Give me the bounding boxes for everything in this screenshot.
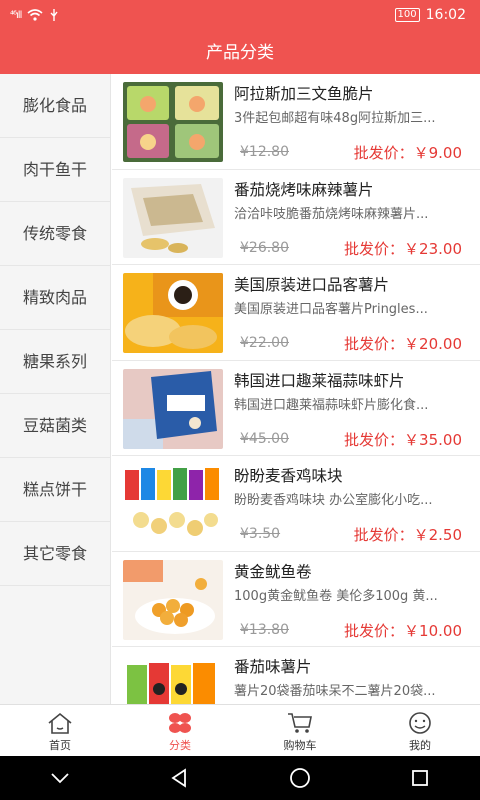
product-item[interactable]: 番茄味薯片 薯片20袋番茄味呆不二薯片20袋...	[112, 647, 480, 704]
category-icon	[169, 713, 191, 733]
back-icon[interactable]	[169, 768, 189, 788]
tab-label: 购物车	[283, 739, 317, 752]
tab-label: 首页	[49, 739, 71, 752]
original-price: ¥3.50	[240, 526, 281, 542]
sidebar-item-label: 膨化食品	[22, 96, 87, 115]
original-price: ¥22.00	[240, 335, 289, 351]
sidebar-item-label: 其它零食	[22, 544, 87, 563]
product-desc: 韩国进口趣莱福蒜味虾片膨化食...	[234, 397, 429, 413]
product-title: 黄金鱿鱼卷	[234, 562, 312, 581]
system-nav-bar	[0, 756, 480, 800]
status-bar: ⁴⁶ıll 100 16:02	[0, 0, 480, 32]
title-bar: 产品分类	[0, 32, 480, 74]
sidebar-item-label: 精致肉品	[22, 288, 87, 307]
recents-icon[interactable]	[410, 768, 430, 788]
product-title: 盼盼麦香鸡味块	[234, 467, 343, 485]
usb-icon	[50, 9, 58, 21]
original-price: ¥13.80	[240, 621, 289, 638]
product-item[interactable]: 盼盼麦香鸡味块 盼盼麦香鸡味块 办公室膨化小吃... ¥3.50 批发价：￥2.…	[112, 456, 480, 552]
smile-icon	[409, 712, 431, 734]
tab-cart[interactable]: 购物车	[240, 705, 360, 756]
tab-label: 我的	[409, 739, 431, 752]
wholesale-price: 批发价：￥2.50	[353, 526, 462, 544]
sidebar-item-meat[interactable]: 精致肉品	[0, 266, 110, 330]
wholesale-price: 批发价：￥20.00	[344, 335, 462, 353]
status-left: ⁴⁶ıll	[10, 8, 59, 22]
product-title: 阿拉斯加三文鱼脆片	[234, 85, 374, 103]
tab-mine[interactable]: 我的	[360, 705, 480, 756]
sidebar-item-label: 糕点饼干	[22, 480, 87, 499]
tab-home[interactable]: 首页	[0, 705, 120, 756]
product-image	[123, 82, 223, 162]
sidebar-item-other[interactable]: 其它零食	[0, 522, 110, 586]
page-title: 产品分类	[206, 43, 274, 63]
bottom-tab-bar: 首页 分类 购物车 我的	[0, 704, 480, 756]
product-desc: 薯片20袋番茄味呆不二薯片20袋...	[234, 684, 436, 699]
sidebar-item-label: 豆菇菌类	[22, 416, 87, 435]
product-image	[123, 368, 223, 449]
tab-label: 分类	[169, 739, 191, 752]
wholesale-price: 批发价：￥23.00	[344, 239, 462, 258]
tab-category[interactable]: 分类	[120, 705, 240, 756]
product-item[interactable]: 番茄烧烤味麻辣薯片 洽洽咔吱脆番茄烧烤味麻辣薯片... ¥26.80 批发价：￥…	[112, 170, 480, 265]
original-price: ¥12.80	[240, 144, 289, 160]
category-sidebar: 膨化食品 肉干鱼干 传统零食 精致肉品 糖果系列 豆菇菌类 糕点饼干 其它零食	[0, 74, 111, 704]
cart-icon	[288, 713, 312, 733]
original-price: ¥45.00	[240, 430, 289, 447]
sidebar-item-mushroom[interactable]: 豆菇菌类	[0, 394, 110, 458]
wholesale-price: 批发价：￥9.00	[353, 144, 462, 162]
product-item[interactable]: 韩国进口趣莱福蒜味虾片 韩国进口趣莱福蒜味虾片膨化食... ¥45.00 批发价…	[112, 361, 480, 456]
product-desc: 3件起包邮超有味48g阿拉斯加三...	[234, 111, 436, 126]
product-item[interactable]: 黄金鱿鱼卷 100g黄金鱿鱼卷 美伦多100g 黄... ¥13.80 批发价：…	[112, 552, 480, 647]
sidebar-item-jerky[interactable]: 肉干鱼干	[0, 138, 110, 202]
wifi-icon	[27, 9, 43, 21]
chevron-down-icon[interactable]	[50, 771, 70, 785]
home-circle-icon[interactable]	[289, 767, 311, 789]
product-desc: 美国原装进口品客薯片Pringles...	[234, 302, 428, 317]
product-desc: 洽洽咔吱脆番茄烧烤味麻辣薯片...	[234, 206, 429, 222]
product-desc: 盼盼麦香鸡味块 办公室膨化小吃...	[234, 493, 433, 508]
product-image	[123, 273, 223, 353]
status-right: 100 16:02	[394, 7, 466, 23]
product-image	[123, 559, 223, 640]
home-icon	[48, 712, 72, 734]
product-desc: 100g黄金鱿鱼卷 美伦多100g 黄...	[234, 588, 438, 604]
sidebar-item-biscuit[interactable]: 糕点饼干	[0, 458, 110, 522]
product-item[interactable]: 阿拉斯加三文鱼脆片 3件起包邮超有味48g阿拉斯加三... ¥12.80 批发价…	[112, 74, 480, 170]
sidebar-item-label: 肉干鱼干	[22, 160, 87, 179]
product-title: 韩国进口趣莱福蒜味虾片	[234, 371, 405, 390]
product-list[interactable]: 阿拉斯加三文鱼脆片 3件起包邮超有味48g阿拉斯加三... ¥12.80 批发价…	[112, 74, 480, 704]
sidebar-item-traditional[interactable]: 传统零食	[0, 202, 110, 266]
wholesale-price: 批发价：￥35.00	[344, 430, 462, 449]
sidebar-item-label: 传统零食	[22, 224, 87, 243]
original-price: ¥26.80	[240, 239, 289, 256]
product-item[interactable]: 美国原装进口品客薯片 美国原装进口品客薯片Pringles... ¥22.00 …	[112, 265, 480, 361]
status-time: 16:02	[425, 7, 466, 23]
wholesale-price: 批发价：￥10.00	[344, 621, 462, 640]
sidebar-item-candy[interactable]: 糖果系列	[0, 330, 110, 394]
sidebar-item-label: 糖果系列	[22, 352, 87, 371]
product-title: 番茄烧烤味麻辣薯片	[234, 180, 374, 199]
product-image	[123, 655, 223, 704]
product-title: 番茄味薯片	[234, 658, 312, 676]
product-title: 美国原装进口品客薯片	[234, 276, 390, 294]
battery-icon: 100	[394, 8, 420, 22]
product-image	[123, 177, 223, 258]
signal-icon: ⁴⁶ıll	[10, 9, 22, 21]
sidebar-item-puffed-food[interactable]: 膨化食品	[0, 74, 110, 138]
product-image	[123, 464, 223, 544]
